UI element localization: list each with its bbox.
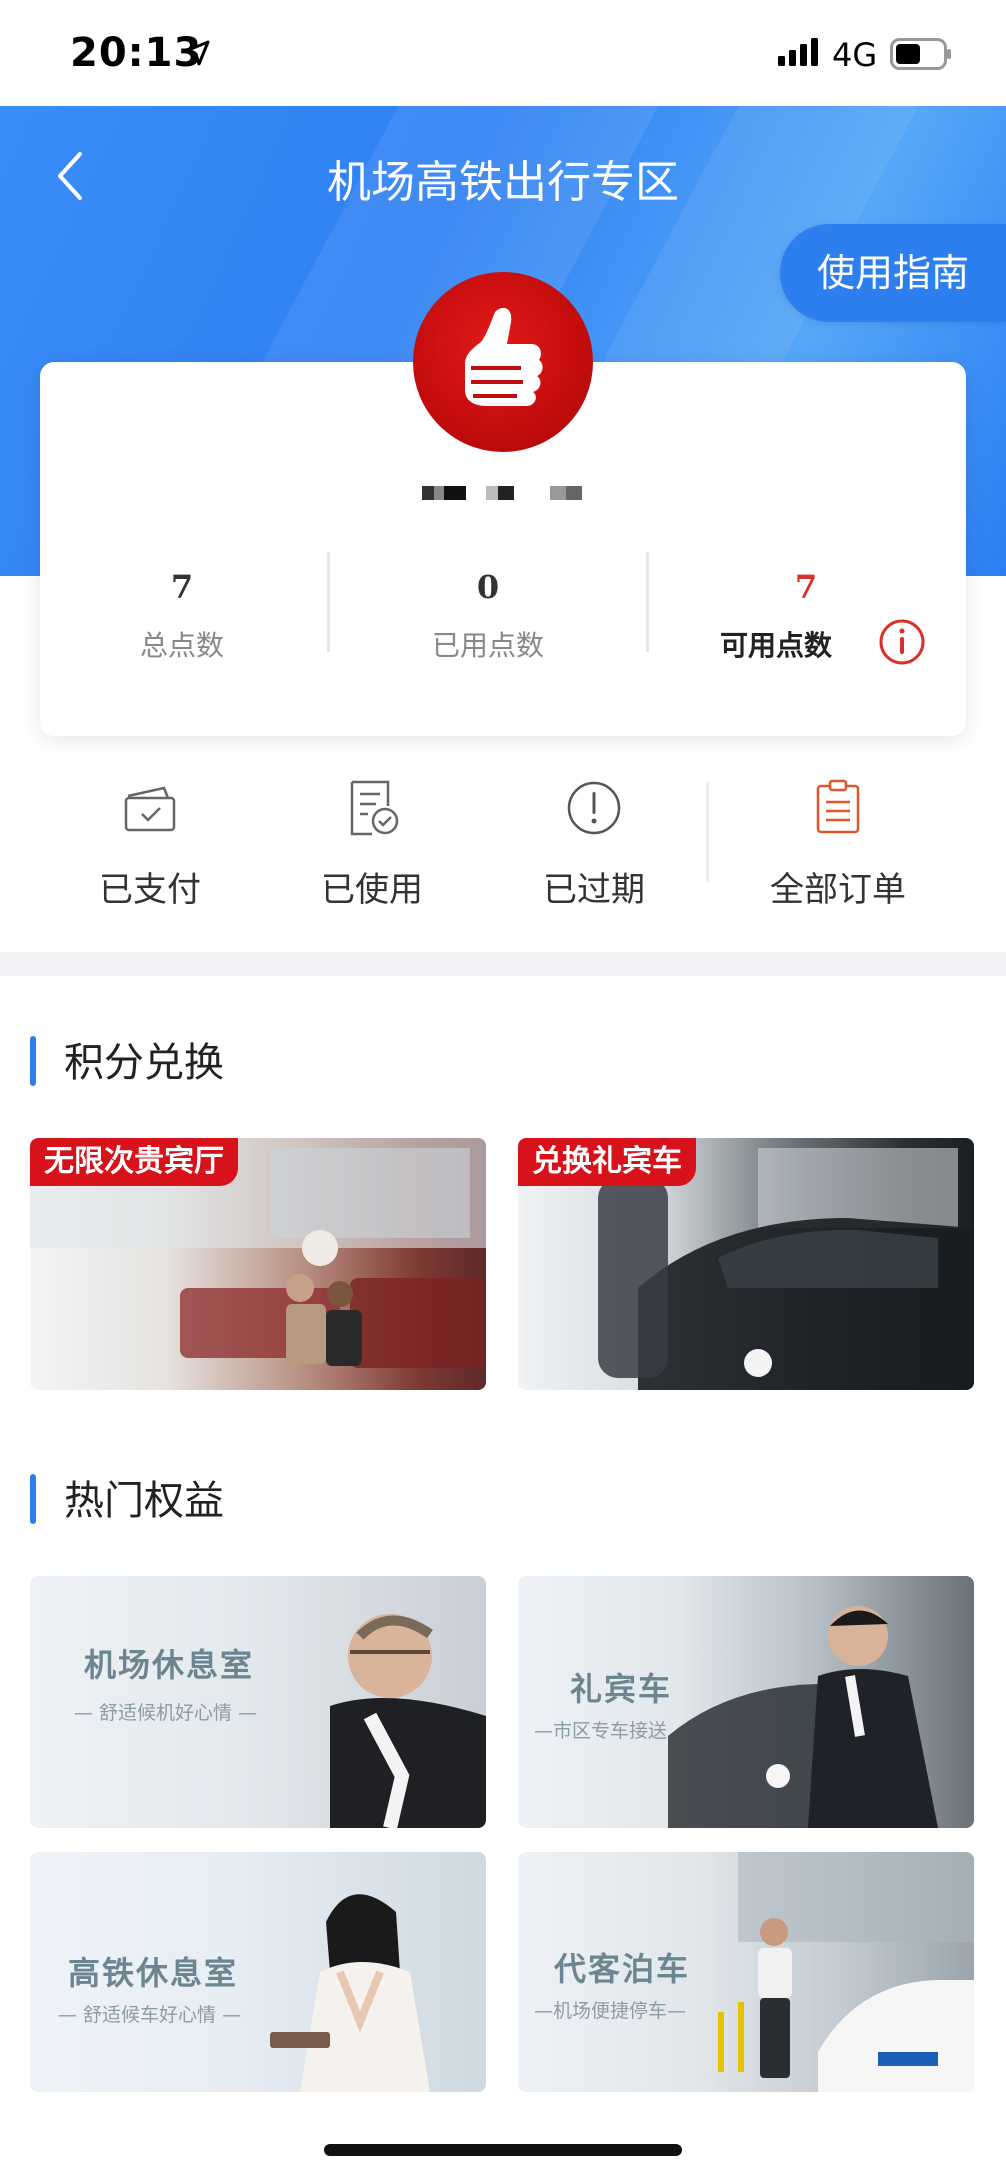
- info-icon[interactable]: [878, 618, 926, 666]
- order-expired-label: 已过期: [543, 870, 645, 910]
- section-divider: [0, 952, 1006, 976]
- order-used-label: 已使用: [321, 870, 423, 910]
- battery-icon: [890, 38, 951, 70]
- location-arrow-icon: [184, 40, 210, 66]
- network-label: 4G: [832, 36, 878, 74]
- stat-total-label: 总点数: [139, 629, 224, 662]
- expired-icon: [567, 781, 621, 835]
- benefit-railway-lounge-title: 高铁休息室: [68, 1954, 239, 1992]
- benefit-valet-parking-title: 代客泊车: [554, 1950, 691, 1988]
- benefit-limousine-subtitle: —市区专车接送: [534, 1720, 668, 1742]
- benefit-railway-lounge[interactable]: 高铁休息室 — 舒适候车好心情 —: [30, 1852, 486, 2092]
- all-orders-icon: [816, 779, 860, 834]
- stat-used-label: 已用点数: [431, 629, 544, 662]
- order-paid[interactable]: 已支付: [50, 778, 250, 911]
- exchange-limousine-tag: 兑换礼宾车: [518, 1138, 696, 1186]
- paid-icon: [124, 786, 176, 832]
- benefit-airport-lounge-title: 机场休息室: [84, 1646, 255, 1684]
- page-title: 机场高铁出行专区: [327, 157, 679, 208]
- signal-icon: [778, 38, 818, 66]
- stat-available-value: 7: [794, 568, 818, 606]
- benefit-airport-lounge[interactable]: 机场休息室 — 舒适候机好心情 —: [30, 1576, 486, 1828]
- status-bar: 20:13 4G: [0, 0, 1006, 106]
- benefit-railway-lounge-subtitle: — 舒适候车好心情 —: [58, 2004, 242, 2026]
- thumbs-up-icon: [465, 307, 543, 406]
- home-indicator[interactable]: [324, 2144, 682, 2156]
- order-all-label: 全部订单: [770, 870, 906, 910]
- order-used[interactable]: 已使用: [272, 778, 472, 911]
- user-guide-button[interactable]: 使用指南: [780, 224, 1006, 322]
- exchange-vip-lounge-tag: 无限次贵宾厅: [30, 1138, 238, 1186]
- hot-section-title: 热门权益: [30, 1468, 224, 1526]
- benefit-airport-lounge-subtitle: — 舒适候机好心情 —: [74, 1702, 258, 1724]
- stat-total-value: 7: [170, 568, 194, 606]
- order-paid-label: 已支付: [99, 870, 201, 910]
- benefit-valet-parking[interactable]: 代客泊车 —机场便捷停车—: [518, 1852, 974, 2092]
- stat-used: 0 已用点数: [338, 568, 638, 664]
- exchange-section-title: 积分兑换: [30, 1030, 224, 1088]
- exchange-vip-lounge[interactable]: 无限次贵宾厅: [30, 1138, 486, 1390]
- order-all[interactable]: 全部订单: [738, 778, 938, 911]
- exchange-limousine[interactable]: 兑换礼宾车: [518, 1138, 974, 1390]
- benefit-limousine-title: 礼宾车: [570, 1670, 673, 1708]
- stat-available-label: 可用点数: [719, 629, 832, 662]
- username-masked: [422, 486, 582, 500]
- avatar: [413, 272, 593, 452]
- used-icon: [350, 780, 399, 836]
- benefit-limousine[interactable]: 礼宾车 —市区专车接送: [518, 1576, 974, 1828]
- order-expired[interactable]: 已过期: [494, 778, 694, 911]
- stat-used-value: 0: [476, 568, 500, 606]
- benefit-valet-parking-subtitle: —机场便捷停车—: [534, 2000, 687, 2022]
- stat-total: 7 总点数: [32, 568, 332, 664]
